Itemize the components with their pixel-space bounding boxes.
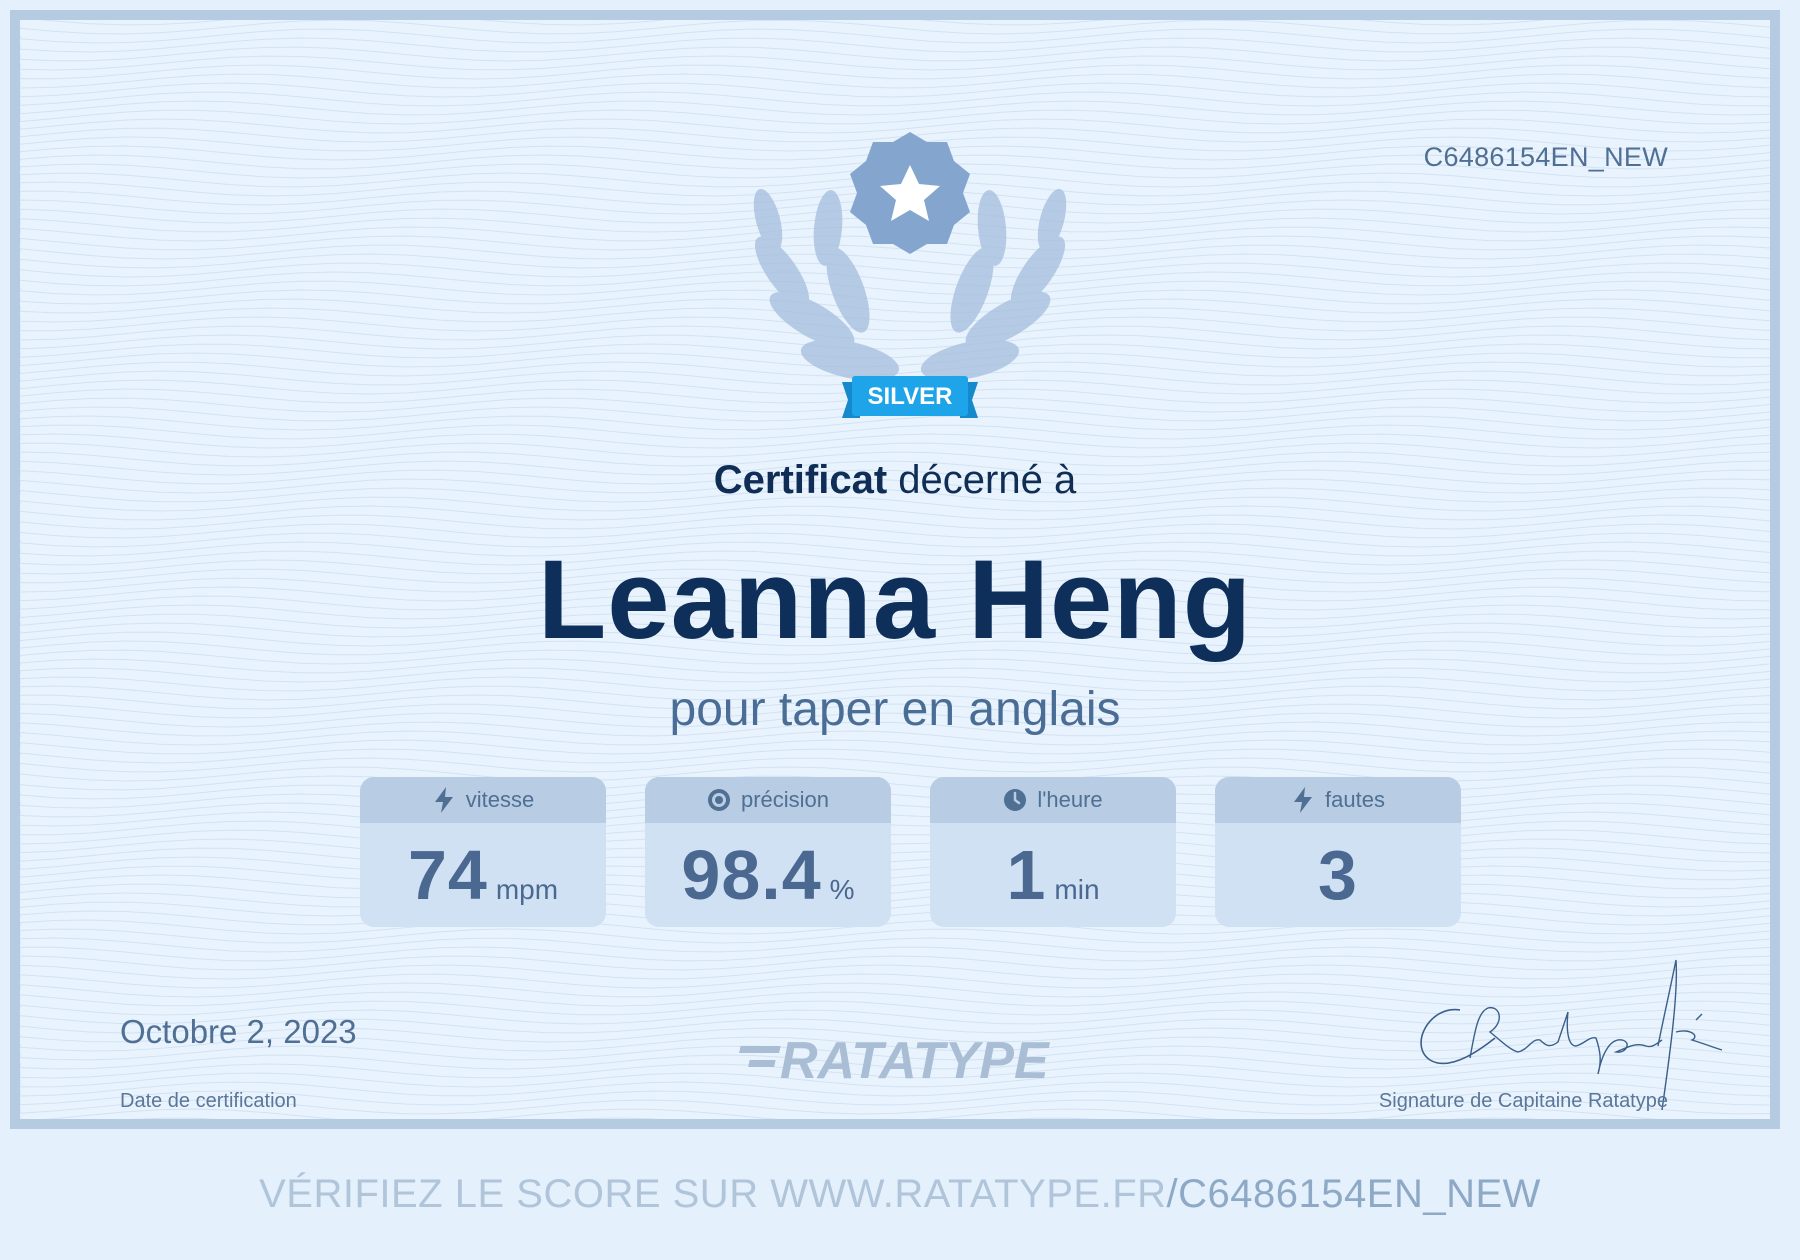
signature-label: Signature de Capitaine Ratatype	[1378, 1090, 1668, 1112]
badge-label: SILVER	[868, 383, 953, 410]
verify-code: /C6486154EN_NEW	[1166, 1172, 1541, 1216]
stat-errors: fautes 3	[1215, 777, 1461, 927]
ratatype-logo: RATATYPE	[739, 1032, 1050, 1088]
stat-label: vitesse	[465, 787, 535, 812]
certificate-subtitle: pour taper en anglais	[669, 683, 1121, 736]
stat-unit: mpm	[495, 874, 559, 905]
stat-unit: %	[829, 874, 855, 905]
heading-rest: décerné à	[898, 458, 1077, 502]
heading-bold: Certificat	[713, 458, 888, 502]
verify-prefix: VÉRIFIEZ LE SCORE SUR WWW.RATATYPE.FR	[259, 1172, 1167, 1216]
target-icon	[707, 789, 730, 811]
stat-label: fautes	[1325, 787, 1385, 812]
award-emblem: SILVER	[753, 132, 1067, 418]
stat-label: l'heure	[1037, 787, 1103, 812]
stat-accuracy: précision 98.4 %	[645, 777, 891, 927]
lightning-icon	[1294, 787, 1313, 813]
stat-value: 74	[407, 836, 488, 914]
stat-label: précision	[740, 787, 830, 812]
stat-speed: vitesse 74 mpm	[360, 777, 606, 927]
stat-value: 3	[1318, 836, 1358, 914]
stat-time: l'heure 1 min	[930, 777, 1176, 927]
certificate-id: C6486154EN_NEW	[1423, 142, 1668, 172]
certificate-heading: Certificat décerné à	[20, 458, 1770, 503]
stat-unit: min	[1054, 874, 1100, 905]
certification-date: Octobre 2, 2023	[120, 1013, 357, 1050]
silver-badge: SILVER	[842, 376, 978, 418]
recipient-name: Leanna Heng	[537, 537, 1253, 662]
stat-value: 1	[1006, 836, 1047, 914]
stat-value: 98.4	[681, 836, 822, 914]
certification-date-label: Date de certification	[120, 1090, 297, 1112]
logo-text: RATATYPE	[780, 1032, 1050, 1088]
lightning-icon	[434, 787, 453, 813]
clock-icon	[1004, 789, 1027, 811]
verify-score-link[interactable]: VÉRIFIEZ LE SCORE SUR WWW.RATATYPE.FR/C6…	[0, 1172, 1800, 1217]
certificate: C6486154EN_NEW SILVER Certificat décerné	[10, 10, 1780, 1129]
